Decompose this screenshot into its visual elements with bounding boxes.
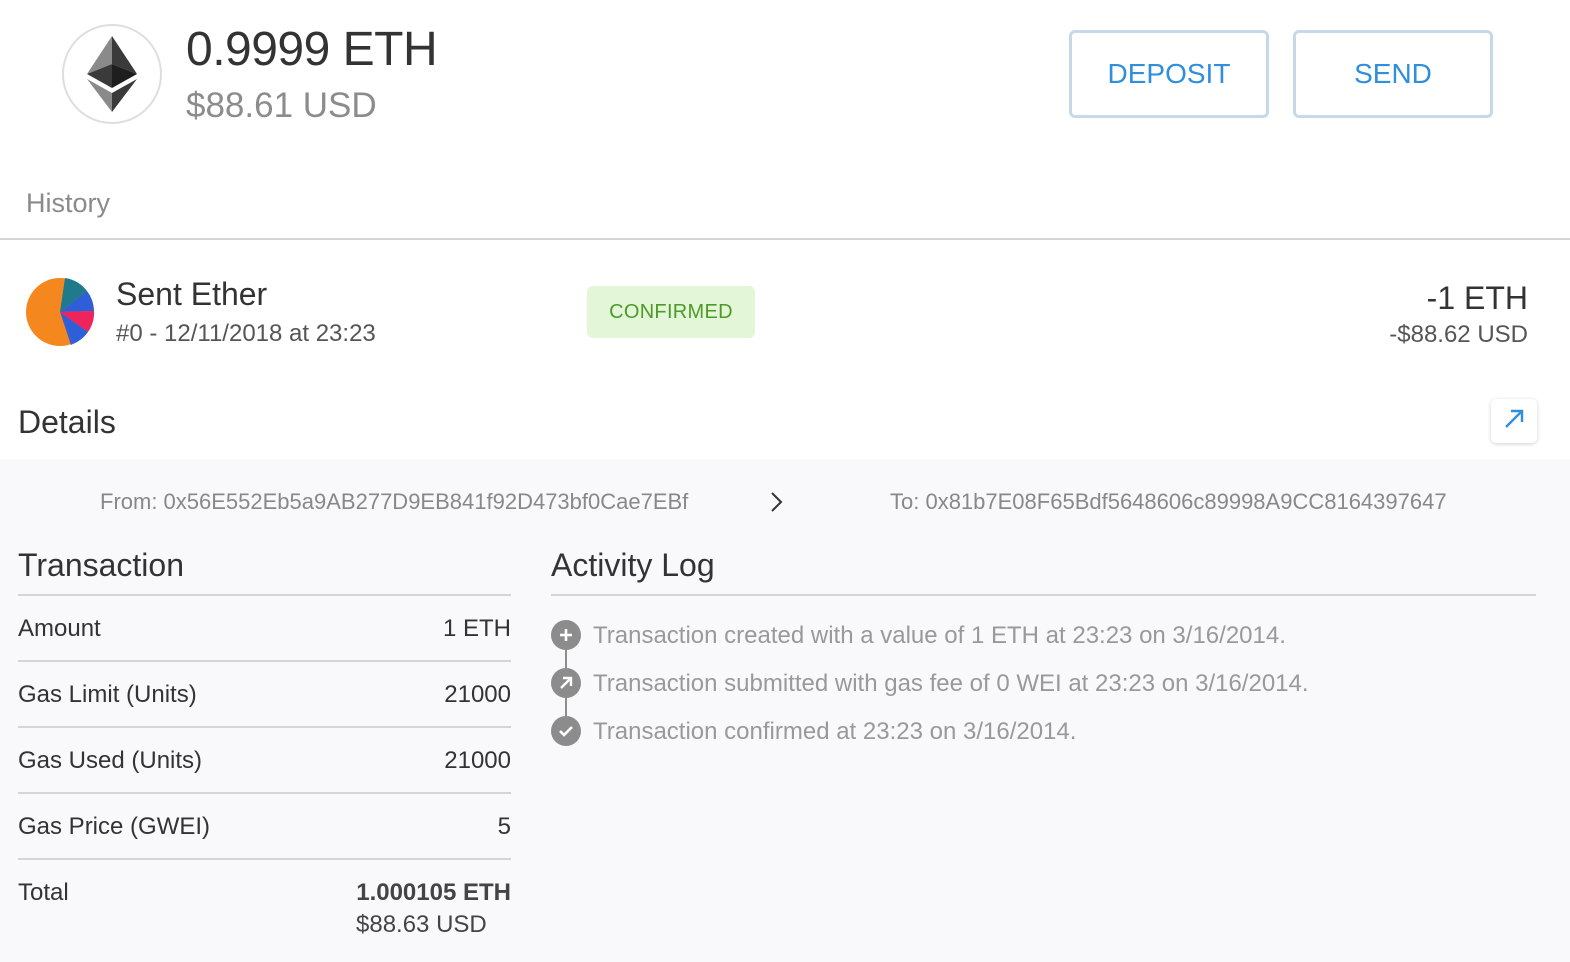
wallet-header: 0.9999 ETH $88.61 USD DEPOSIT SEND (0, 0, 1570, 160)
activity-log-title: Activity Log (551, 547, 715, 583)
transaction-title: Sent Ether (116, 276, 268, 312)
row-label: Gas Price (GWEI) (18, 813, 211, 840)
table-row: Gas Used (Units) 21000 (18, 728, 511, 794)
log-item: Transaction confirmed at 23:23 on 3/16/2… (551, 716, 1536, 748)
row-label: Gas Limit (Units) (18, 681, 197, 708)
account-avatar-icon (25, 277, 95, 347)
balance-eth: 0.9999 ETH (186, 23, 438, 76)
transaction-subtitle: #0 - 12/11/2018 at 23:23 (116, 320, 376, 347)
log-item: Transaction submitted with gas fee of 0 … (551, 668, 1536, 700)
log-item: Transaction created with a value of 1 ET… (551, 620, 1536, 652)
total-row: Total 1.000105 ETH $88.63 USD (18, 860, 511, 950)
row-value: 21000 (444, 747, 511, 774)
to-address[interactable]: To: 0x81b7E08F65Bdf5648606c89998A9CC8164… (890, 489, 1447, 515)
submit-arrow-icon (551, 668, 581, 698)
external-link-button[interactable] (1491, 399, 1537, 443)
table-row: Gas Limit (Units) 21000 (18, 662, 511, 728)
log-text: Transaction created with a value of 1 ET… (593, 622, 1286, 649)
deposit-button[interactable]: DEPOSIT (1069, 30, 1269, 118)
details-title: Details (18, 404, 116, 440)
history-title: History (26, 188, 111, 218)
external-link-icon (1503, 408, 1525, 435)
send-button[interactable]: SEND (1293, 30, 1493, 118)
from-address[interactable]: From: 0x56E552Eb5a9AB277D9EB841f92D473bf… (100, 489, 688, 515)
row-value: 21000 (444, 681, 511, 708)
status-badge: CONFIRMED (587, 286, 755, 338)
row-label: Gas Used (Units) (18, 747, 203, 774)
transaction-amount-usd: -$88.62 USD (1389, 321, 1528, 348)
row-label: Amount (18, 615, 101, 642)
check-icon (551, 716, 581, 746)
chevron-right-icon (766, 488, 786, 516)
history-divider (0, 238, 1570, 240)
row-value: 5 (497, 813, 511, 840)
activity-log-divider (551, 594, 1536, 596)
transaction-table: Amount 1 ETH Gas Limit (Units) 21000 Gas… (18, 596, 511, 950)
total-label: Total (18, 879, 69, 906)
transaction-amount: -1 ETH (1426, 280, 1528, 316)
log-text: Transaction submitted with gas fee of 0 … (593, 670, 1309, 697)
table-row: Amount 1 ETH (18, 596, 511, 662)
transaction-section-title: Transaction (18, 547, 184, 583)
plus-icon (551, 620, 581, 650)
row-value: 1 ETH (442, 615, 511, 642)
ethereum-icon (62, 24, 162, 124)
balance-usd: $88.61 USD (186, 86, 377, 125)
total-eth: 1.000105 ETH (356, 879, 511, 906)
log-text: Transaction confirmed at 23:23 on 3/16/2… (593, 718, 1077, 745)
total-usd: $88.63 USD (356, 911, 487, 938)
table-row: Gas Price (GWEI) 5 (18, 794, 511, 860)
